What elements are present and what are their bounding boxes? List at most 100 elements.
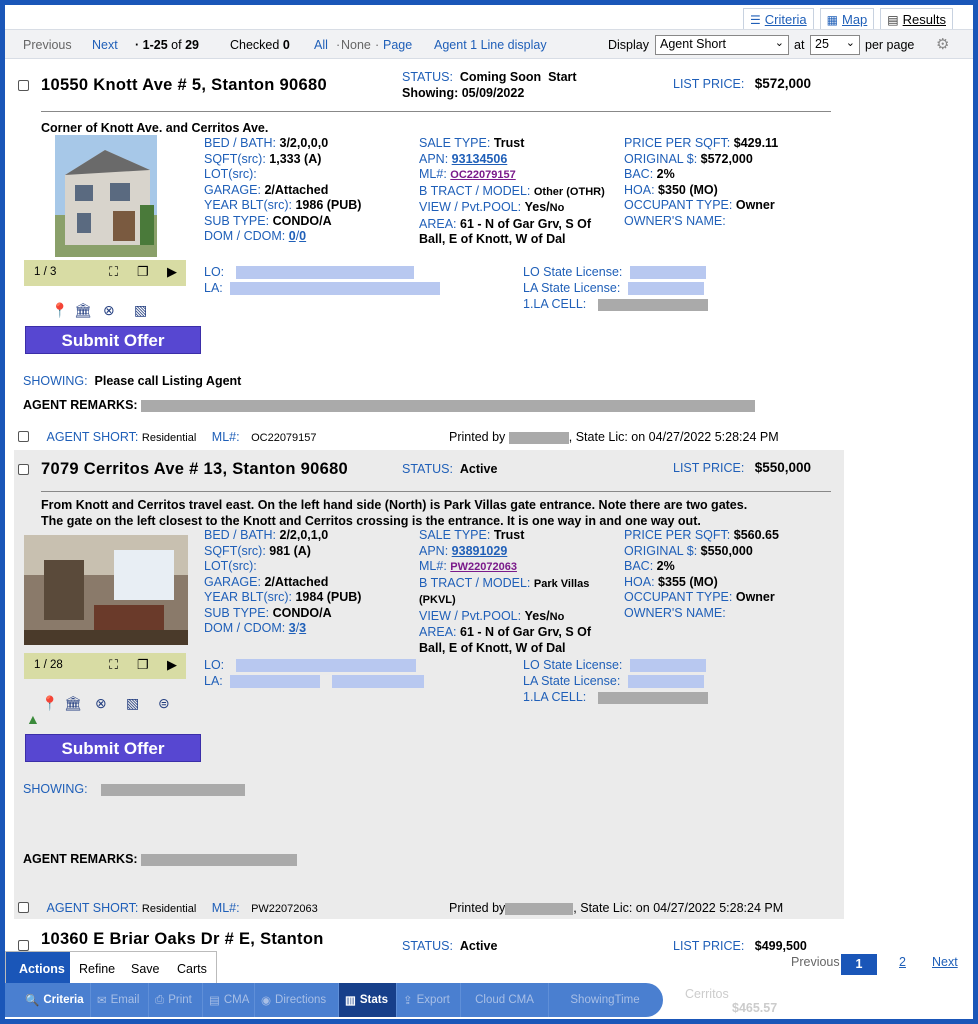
tab-refine[interactable]: Refine xyxy=(79,962,115,976)
display-select[interactable]: Agent Short ⌄ xyxy=(655,35,789,55)
per-page-select[interactable]: 25 ⌄ xyxy=(810,35,860,55)
partial-price: $465.57 xyxy=(732,1001,778,1015)
pager-previous[interactable]: Previous xyxy=(791,955,840,969)
photo-nav-bar: 1 / 28 ⛶ ❐ ▶ xyxy=(24,653,186,679)
select-page-link[interactable]: Page xyxy=(383,38,412,52)
satellite-icon[interactable]: ▧ xyxy=(134,302,147,319)
listing-address[interactable]: 10550 Knott Ave # 5, Stanton 90680 xyxy=(41,76,327,95)
landmark-icon[interactable]: 🏛 xyxy=(74,302,92,319)
listing-status: STATUS: Coming Soon Start xyxy=(402,70,577,84)
play-next-icon[interactable]: ▶ xyxy=(167,657,177,673)
tab-actions-label[interactable]: Actions xyxy=(19,962,65,976)
listing-address[interactable]: 7079 Cerritos Ave # 13, Stanton 90680 xyxy=(41,460,348,479)
ml-link[interactable]: OC22079157 xyxy=(450,169,515,181)
dom-link[interactable]: 0 xyxy=(289,229,296,243)
page-1-button[interactable]: 1 xyxy=(841,954,877,975)
tab-criteria[interactable]: ☰ Criteria xyxy=(742,8,814,29)
listing-checkbox[interactable] xyxy=(18,464,29,475)
binoculars-icon[interactable]: ⊗ xyxy=(103,302,115,319)
play-next-icon[interactable]: ▶ xyxy=(167,264,177,280)
page-2-link[interactable]: 2 xyxy=(899,955,906,969)
listing-agent: LA: xyxy=(204,674,424,690)
binoculars-icon[interactable]: ⊗ xyxy=(95,695,107,712)
gallery-icon[interactable]: ❐ xyxy=(137,264,149,280)
listing-details-col1: BED / BATH: 3/2,0,0,0 SQFT(src): 1,333 (… xyxy=(204,136,362,243)
apn-link[interactable]: 93134506 xyxy=(452,152,508,166)
la-license: LA State License: xyxy=(523,281,704,297)
pager-next[interactable]: Next xyxy=(932,955,958,969)
previous-link[interactable]: Previous xyxy=(23,38,72,52)
listing-photo[interactable] xyxy=(55,135,157,257)
cma-icon: ▤ xyxy=(209,995,220,1007)
ml-link[interactable]: PW22072063 xyxy=(450,561,517,573)
garage: 2/Attached xyxy=(264,182,329,197)
display-label: Display xyxy=(608,38,649,52)
landmark-icon[interactable]: 🏛 xyxy=(64,695,82,712)
next-link[interactable]: Next xyxy=(92,38,118,52)
listing-status: STATUS: Active xyxy=(402,462,498,476)
tab-save[interactable]: Save xyxy=(131,962,160,976)
listing-checkbox[interactable] xyxy=(18,80,29,91)
bed-bath: 3/2,0,0,0 xyxy=(279,136,329,150)
action-email[interactable]: ✉ Email xyxy=(91,983,149,1017)
tab-carts[interactable]: Carts xyxy=(177,962,207,976)
satellite-icon[interactable]: ▧ xyxy=(126,695,139,712)
listing-agent: LA: xyxy=(204,281,441,297)
photo-counter: 1 / 3 xyxy=(34,266,57,278)
showing-instructions: SHOWING: Please call Listing Agent xyxy=(23,374,242,388)
sub-type: CONDO/A xyxy=(272,213,332,228)
apn-link[interactable]: 93891029 xyxy=(452,544,508,558)
select-all-link[interactable]: All xyxy=(314,38,328,52)
chevron-down-icon: ⌄ xyxy=(774,37,784,49)
agent-short-checkbox[interactable] xyxy=(18,431,29,442)
action-directions[interactable]: ◉ Directions xyxy=(255,983,339,1017)
action-stats[interactable]: ▥ Stats xyxy=(339,983,397,1017)
listing-details-col2: SALE TYPE: Trust APN: 93134506 ML#: OC22… xyxy=(419,136,605,246)
gallery-icon[interactable]: ❐ xyxy=(137,657,149,673)
tab-criteria-label: Criteria xyxy=(764,12,807,27)
results-frame: ☰ Criteria ▦ Map ▤ Results Previous Next… xyxy=(5,5,973,1019)
listing-details-col3: PRICE PER SQFT: $429.11 ORIGINAL $: $572… xyxy=(624,136,779,228)
dom-link[interactable]: 3 xyxy=(289,621,296,635)
listing-details-col2: SALE TYPE: Trust APN: 93891029 ML#: PW22… xyxy=(419,528,592,655)
listing-office: LO: xyxy=(204,265,414,281)
directions-cont: The gate on the left closest to the Knot… xyxy=(41,514,701,528)
cdom-link[interactable]: 0 xyxy=(299,229,306,243)
select-none-link[interactable]: None xyxy=(341,38,371,52)
photo-nav-bar: 1 / 3 ⛶ ❐ ▶ xyxy=(24,260,186,286)
printed-by: Printed by, State Lic: on 04/27/2022 5:2… xyxy=(449,901,784,915)
map-pin-icon[interactable]: 📍 xyxy=(41,695,58,712)
agent-1-line-link[interactable]: Agent 1 Line display xyxy=(434,38,547,52)
list-price: LIST PRICE: $572,000 xyxy=(673,76,812,91)
listing-photo[interactable] xyxy=(24,535,188,645)
fullscreen-icon[interactable]: ⛶ xyxy=(109,264,118,280)
divider xyxy=(41,111,831,112)
listing-checkbox[interactable] xyxy=(18,940,29,951)
year-built: 1986 (PUB) xyxy=(295,198,362,212)
cdom-link[interactable]: 3 xyxy=(299,621,306,635)
map-icon: ▦ xyxy=(826,12,838,27)
action-showingtime[interactable]: ShowingTime xyxy=(549,983,661,1017)
list-price: LIST PRICE: $550,000 xyxy=(673,460,812,475)
fullscreen-icon[interactable]: ⛶ xyxy=(109,657,118,673)
listing-details-col1: BED / BATH: 2/2,0,1,0 SQFT(src): 981 (A)… xyxy=(204,528,362,635)
tab-map-label: Map xyxy=(842,12,868,27)
tab-results[interactable]: ▤ Results xyxy=(880,8,953,29)
tab-map[interactable]: ▦ Map xyxy=(819,8,875,29)
action-cloud-cma[interactable]: Cloud CMA xyxy=(461,983,549,1017)
camera-tour-icon[interactable]: ⊜ xyxy=(158,695,170,712)
action-criteria[interactable]: 🔍 Criteria xyxy=(5,983,91,1017)
print-icon: ⎙ xyxy=(155,993,165,1006)
action-cma[interactable]: ▤ CMA xyxy=(203,983,255,1017)
printed-by: Printed by , State Lic: on 04/27/2022 5:… xyxy=(449,430,779,444)
map-pin-icon[interactable]: 📍 xyxy=(51,302,68,319)
green-badge-icon[interactable]: ▲ xyxy=(26,711,40,727)
gear-icon[interactable]: ⚙ xyxy=(936,35,949,53)
agent-short-checkbox[interactable] xyxy=(18,902,29,913)
action-print[interactable]: ⎙ Print xyxy=(149,983,203,1017)
per-page-label: per page xyxy=(865,38,915,52)
action-export[interactable]: ⇪ Export xyxy=(397,983,461,1017)
listing-address[interactable]: 10360 E Briar Oaks Dr # E, Stanton xyxy=(41,930,324,949)
submit-offer-button[interactable]: Submit Offer xyxy=(25,734,201,762)
submit-offer-button[interactable]: Submit Offer xyxy=(25,326,201,354)
